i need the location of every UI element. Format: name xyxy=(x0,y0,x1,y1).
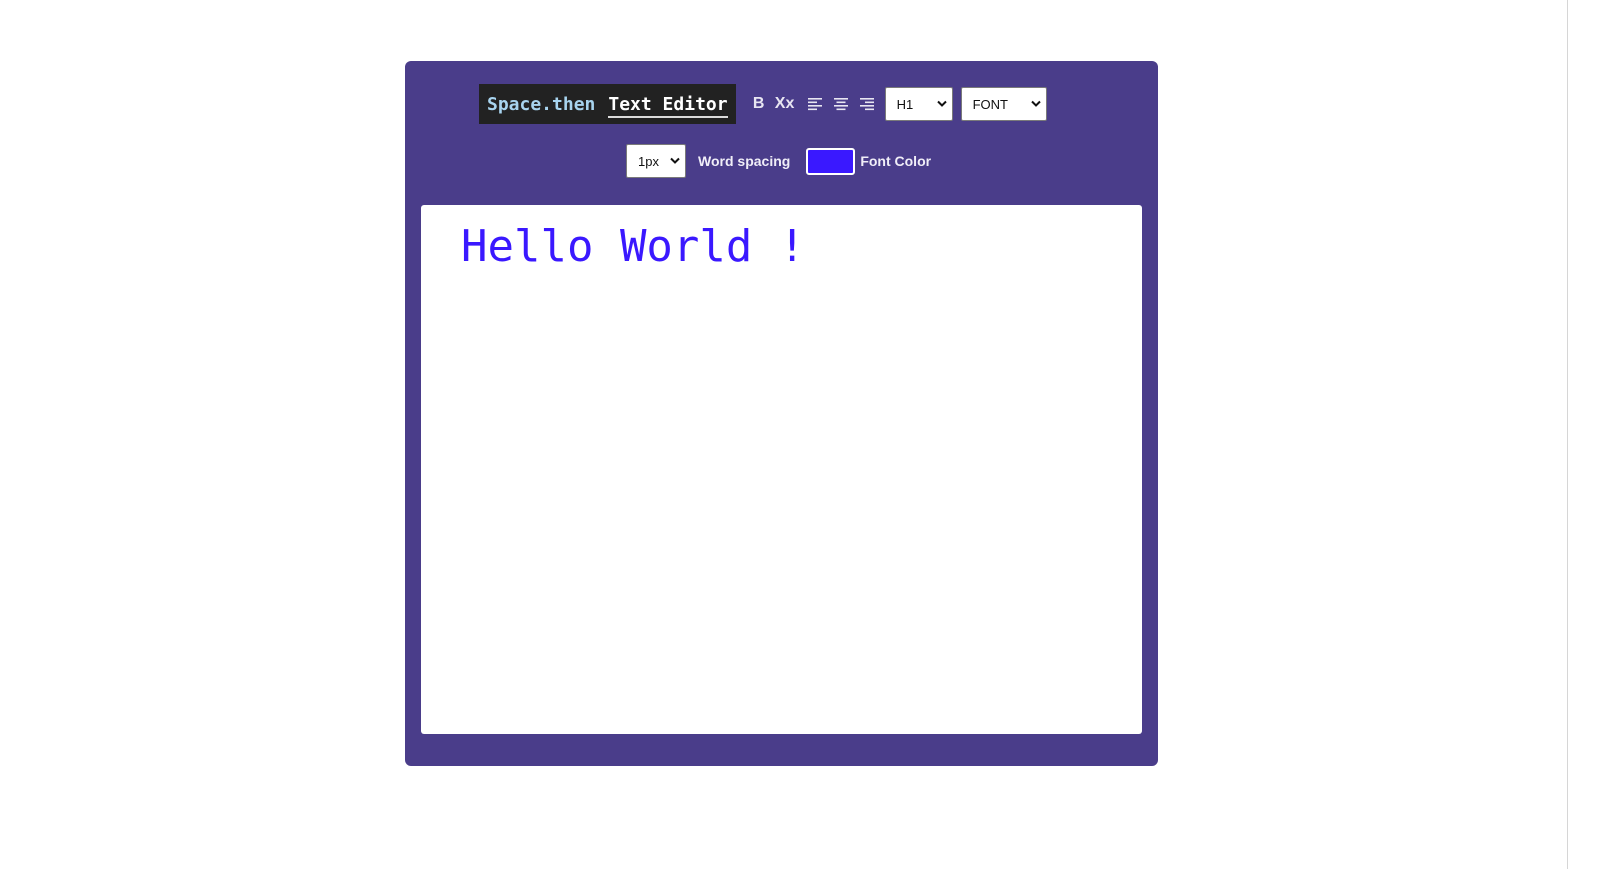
subscript-button[interactable]: Xx xyxy=(774,95,796,113)
align-left-icon xyxy=(807,96,823,112)
align-left-button[interactable] xyxy=(807,96,823,112)
font-select[interactable]: FONT xyxy=(960,87,1047,121)
font-color-picker[interactable] xyxy=(806,147,856,175)
brand-title: Text Editor xyxy=(608,91,728,118)
word-spacing-label: Word spacing xyxy=(698,153,791,169)
heading-select[interactable]: H1 xyxy=(884,87,953,121)
word-spacing-select[interactable]: 1px xyxy=(626,144,686,178)
editor-content-area[interactable]: Hello World ! xyxy=(421,205,1142,734)
editor-text[interactable]: Hello World ! xyxy=(461,221,805,272)
brand-name: Space.then xyxy=(487,93,596,115)
word-spacing-select-value: 1px xyxy=(638,153,659,169)
align-center-icon xyxy=(833,96,849,112)
page: Space.then Text Editor B Xx H1 FONT 1px … xyxy=(0,0,1599,869)
chevron-down-icon xyxy=(1030,100,1041,108)
align-right-button[interactable] xyxy=(859,96,875,112)
scrollbar-edge xyxy=(1567,0,1568,869)
heading-select-value: H1 xyxy=(896,96,914,112)
align-right-icon xyxy=(859,96,875,112)
chevron-down-icon xyxy=(936,100,947,108)
toolbar-secondary: 1px Word spacing Font Color xyxy=(626,144,931,178)
bold-button[interactable]: B xyxy=(753,95,765,113)
chevron-down-icon xyxy=(670,157,680,165)
font-color-label: Font Color xyxy=(860,153,932,169)
editor-card: Space.then Text Editor B Xx H1 FONT 1px … xyxy=(405,61,1158,766)
font-select-value: FONT xyxy=(972,96,1008,112)
brand-logo: Space.then Text Editor xyxy=(479,84,736,124)
align-center-button[interactable] xyxy=(833,96,849,112)
toolbar-primary: Space.then Text Editor B Xx H1 FONT xyxy=(479,84,1047,124)
